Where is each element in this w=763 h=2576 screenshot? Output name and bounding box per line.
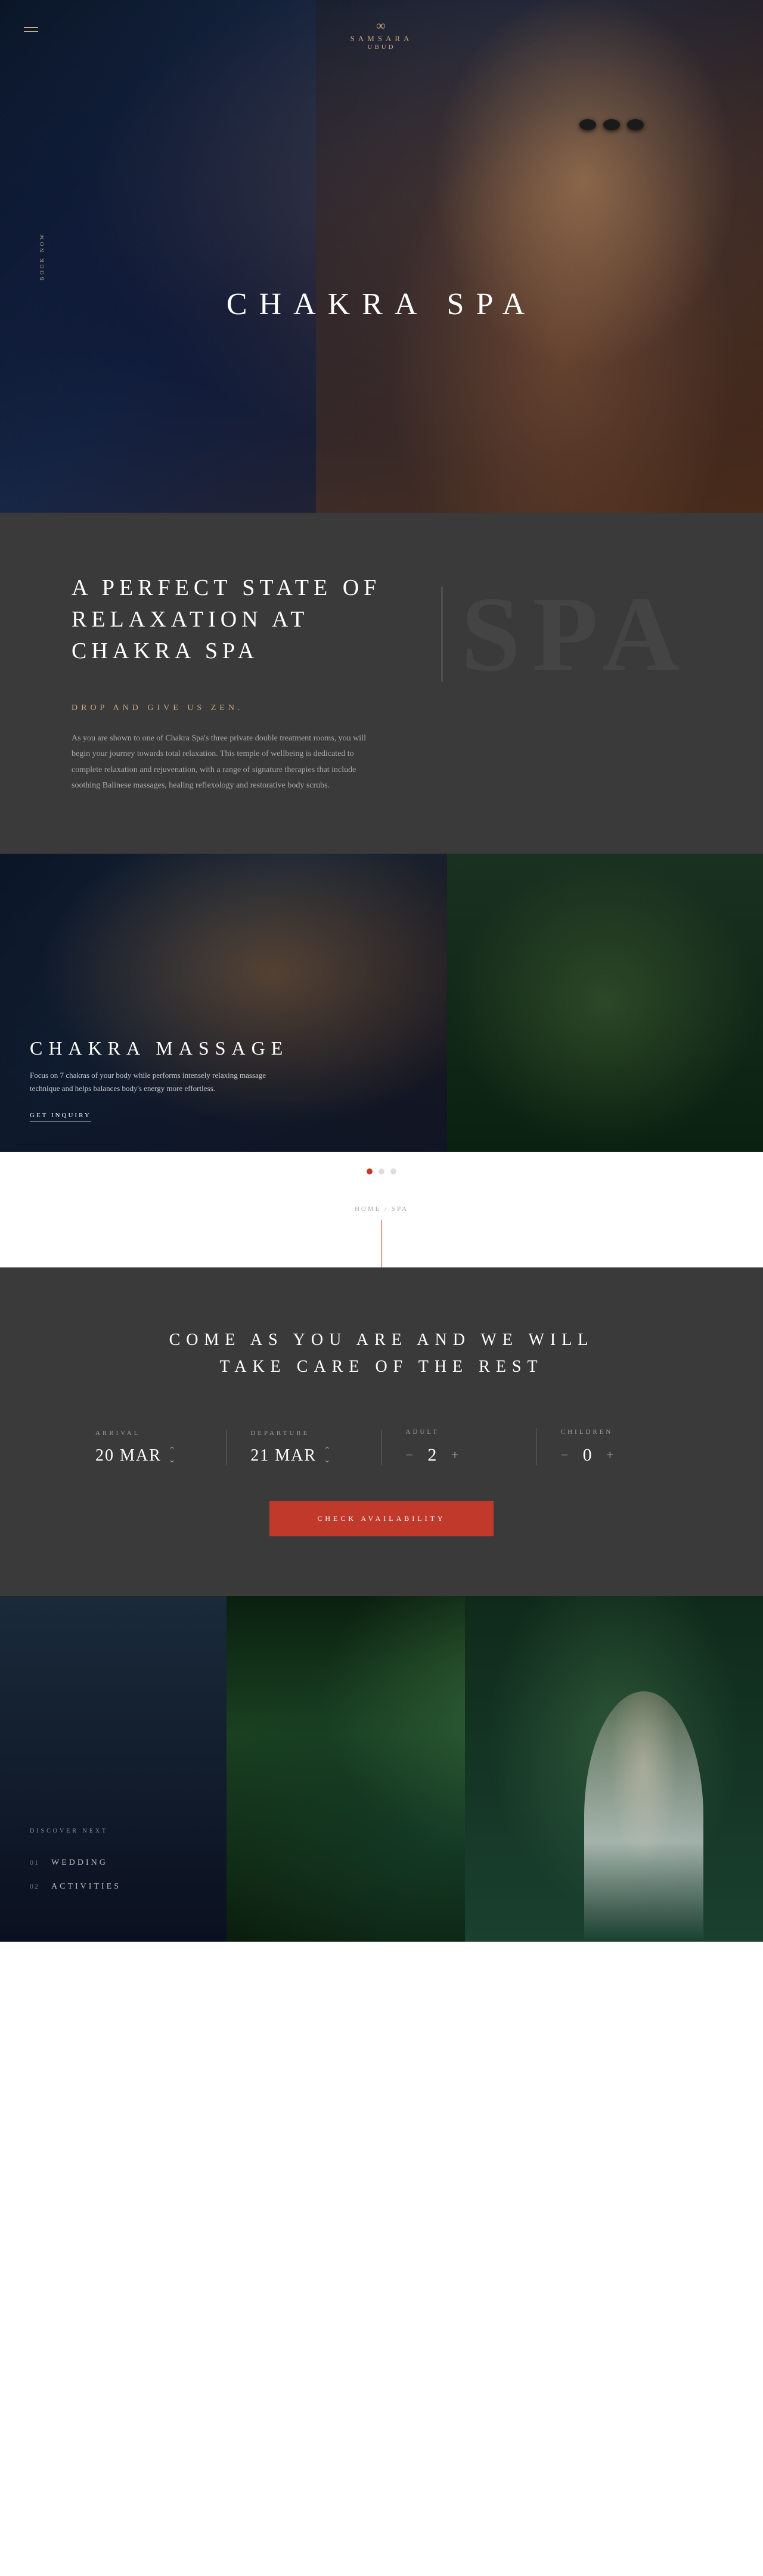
logo[interactable]: ∞ SAMSARA UBUD: [351, 19, 413, 51]
adult-plus-button[interactable]: +: [451, 1447, 458, 1463]
massage-side-image: [447, 854, 763, 1152]
hero-woman-figure: [316, 0, 763, 513]
discover-items-list: 01 WEDDING 02 ACTIVITIES: [30, 1858, 197, 1906]
carousel-dot-1[interactable]: [367, 1168, 373, 1174]
departure-up-arrow[interactable]: ⌃: [324, 1447, 331, 1455]
massage-card: CHAKRA MASSAGE Focus on 7 chakras of you…: [0, 854, 453, 1152]
logo-location: UBUD: [351, 44, 413, 51]
check-availability-button[interactable]: CHECK AVAILABILITY: [269, 1501, 493, 1536]
departure-field: DEPARTURE 21 MAR ⌃ ⌄: [227, 1430, 382, 1465]
watermark-text: SPA: [461, 572, 691, 696]
vertical-line-decoration: [0, 1214, 763, 1267]
children-value-row: − 0 +: [561, 1445, 668, 1465]
departure-arrows[interactable]: ⌃ ⌄: [324, 1447, 331, 1465]
massage-section: CHAKRA MASSAGE Focus on 7 chakras of you…: [0, 854, 763, 1152]
departure-label: DEPARTURE: [250, 1430, 357, 1437]
discover-item-activities[interactable]: 02 ACTIVITIES: [30, 1882, 197, 1892]
get-inquiry-button[interactable]: GET INQUIRY: [30, 1112, 91, 1122]
discover-next-label: DISCOVER NEXT: [30, 1828, 197, 1834]
nav-menu-button[interactable]: [24, 24, 38, 35]
discover-item-wedding[interactable]: 01 WEDDING: [30, 1858, 197, 1868]
children-plus-button[interactable]: +: [606, 1447, 613, 1463]
arrival-arrows[interactable]: ⌃ ⌄: [169, 1447, 176, 1465]
massage-side-bg: [447, 854, 763, 1152]
discover-wedding-title: WEDDING: [51, 1858, 108, 1868]
discover-left-panel: DISCOVER NEXT 01 WEDDING 02 ACTIVITIES: [0, 1596, 227, 1942]
stone-1: [579, 119, 596, 130]
departure-down-arrow[interactable]: ⌄: [324, 1456, 331, 1465]
discover-activities-num: 02: [30, 1882, 39, 1891]
massage-description: Focus on 7 chakras of your body while pe…: [30, 1069, 268, 1095]
carousel-dots: [0, 1152, 763, 1191]
massage-title: CHAKRA MASSAGE: [30, 1037, 423, 1059]
breadcrumb: HOME / SPA: [355, 1205, 408, 1213]
booking-headline: COME AS YOU ARE AND WE WILL TAKE CARE OF…: [72, 1327, 691, 1381]
children-minus-button[interactable]: −: [561, 1447, 568, 1463]
children-label: CHILDREN: [561, 1428, 668, 1436]
arrival-label: ARRIVAL: [95, 1430, 202, 1437]
arrival-value: 20 MAR: [95, 1446, 162, 1465]
arrival-field: ARRIVAL 20 MAR ⌃ ⌄: [72, 1430, 227, 1465]
discover-section: DISCOVER NEXT 01 WEDDING 02 ACTIVITIES: [0, 1596, 763, 1942]
hamburger-line-2: [24, 31, 38, 32]
watermark-line: [441, 587, 443, 682]
about-body-text: As you are shown to one of Chakra Spa's …: [72, 731, 382, 794]
massage-card-content: CHAKRA MASSAGE Focus on 7 chakras of you…: [30, 1037, 423, 1122]
hero-title: CHAKRA SPA: [227, 287, 536, 322]
carousel-dot-2[interactable]: [379, 1168, 384, 1174]
logo-brand-name: SAMSARA: [351, 34, 413, 44]
arrival-up-arrow[interactable]: ⌃: [169, 1447, 176, 1455]
adult-value: 2: [420, 1445, 444, 1465]
discover-wedding-num: 01: [30, 1858, 39, 1867]
stone-3: [627, 119, 644, 130]
booking-headline-line1: COME AS YOU ARE AND WE WILL: [169, 1331, 594, 1349]
book-now-vertical-label[interactable]: BOOK NOW: [39, 232, 45, 280]
logo-infinity-symbol: ∞: [376, 18, 387, 33]
adult-minus-button[interactable]: −: [406, 1447, 413, 1463]
carousel-dot-3[interactable]: [390, 1168, 396, 1174]
booking-form: ARRIVAL 20 MAR ⌃ ⌄ DEPARTURE 21 MAR ⌃ ⌄: [72, 1428, 691, 1465]
discover-activities-title: ACTIVITIES: [51, 1882, 121, 1892]
arrival-value-row: 20 MAR ⌃ ⌄: [95, 1446, 202, 1465]
booking-section: COME AS YOU ARE AND WE WILL TAKE CARE OF…: [0, 1267, 763, 1596]
breadcrumb-section: HOME / SPA: [0, 1191, 763, 1214]
children-value: 0: [575, 1445, 599, 1465]
about-headline: A PERFECT STATE OF RELAXATION AT CHAKRA …: [72, 572, 429, 668]
spa-stones-decoration: [579, 119, 644, 130]
spa-watermark: SPA: [441, 572, 691, 696]
arrival-down-arrow[interactable]: ⌄: [169, 1456, 176, 1465]
adult-value-row: − 2 +: [406, 1445, 513, 1465]
adult-field: ADULT − 2 +: [382, 1428, 537, 1465]
departure-value-row: 21 MAR ⌃ ⌄: [250, 1446, 357, 1465]
hero-title-container: CHAKRA SPA: [227, 287, 536, 322]
discover-woman-figure: [584, 1691, 703, 1942]
stone-2: [603, 119, 620, 130]
booking-headline-line2: TAKE CARE OF THE REST: [219, 1357, 543, 1376]
departure-value: 21 MAR: [250, 1446, 317, 1465]
about-section: SPA A PERFECT STATE OF RELAXATION AT CHA…: [0, 513, 763, 854]
hero-section: ∞ SAMSARA UBUD BOOK NOW CHAKRA SPA: [0, 0, 763, 513]
children-field: CHILDREN − 0 +: [537, 1428, 691, 1465]
about-subheadline: DROP AND GIVE US ZEN.: [72, 703, 691, 713]
adult-label: ADULT: [406, 1428, 513, 1436]
discover-right-panel: [227, 1596, 763, 1942]
hamburger-line-1: [24, 27, 38, 28]
